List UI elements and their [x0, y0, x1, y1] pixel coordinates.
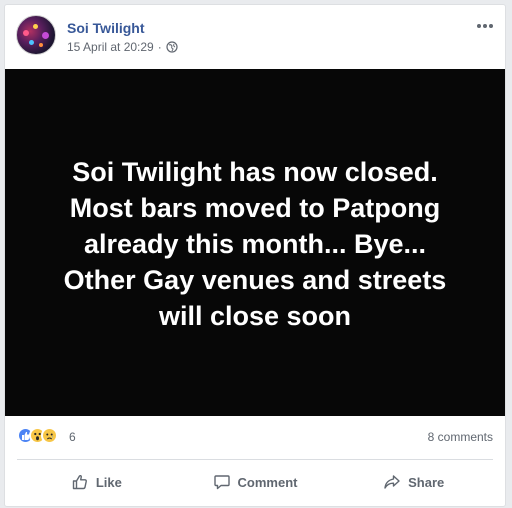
comment-icon: [213, 475, 230, 490]
comment-button-label: Comment: [237, 474, 298, 490]
like-button-label: Like: [95, 474, 122, 490]
globe-icon: [166, 41, 178, 53]
post-meta: 15 April at 20:29 ·: [67, 40, 178, 54]
reaction-count[interactable]: 6: [69, 430, 76, 444]
share-button[interactable]: Share: [334, 463, 493, 501]
divider: [17, 459, 493, 460]
more-options-icon[interactable]: [476, 19, 494, 33]
share-icon: [384, 475, 400, 489]
sad-reaction-icon: [41, 427, 58, 444]
reactions-row: 6 8 comments: [17, 426, 493, 446]
post-header: Soi Twilight 15 April at 20:29 ·: [16, 13, 497, 63]
post-card: Soi Twilight 15 April at 20:29 · Soi Twi…: [4, 4, 506, 507]
action-bar: Like Comment Share: [17, 463, 493, 501]
post-image[interactable]: Soi Twilight has now closed. Most bars m…: [5, 69, 505, 416]
reaction-icons[interactable]: [17, 427, 58, 444]
post-timestamp[interactable]: 15 April at 20:29: [67, 40, 154, 54]
like-button[interactable]: Like: [17, 463, 176, 501]
page-name-link[interactable]: Soi Twilight: [67, 20, 145, 36]
avatar[interactable]: [16, 15, 56, 55]
comment-button[interactable]: Comment: [176, 463, 335, 501]
share-button-label: Share: [408, 474, 445, 490]
comments-count-link[interactable]: 8 comments: [428, 430, 493, 444]
post-image-text: Soi Twilight has now closed. Most bars m…: [63, 157, 447, 331]
thumbs-up-icon: [72, 474, 87, 490]
meta-separator: ·: [157, 40, 162, 54]
